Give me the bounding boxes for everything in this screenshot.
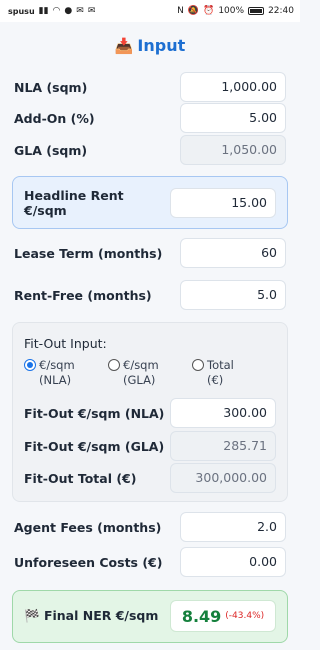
fitout-total-row: Fit-Out Total (€) 300,000.00 (24, 463, 276, 493)
gla-output: 1,050.00 (180, 135, 286, 165)
inbox-tray-icon: 📥 (114, 37, 134, 55)
page-title: 📥 Input (0, 35, 300, 57)
fitout-nla-input[interactable]: 300.00 (170, 398, 276, 428)
signal-icon: ▮▮ (38, 5, 49, 16)
battery-percent: 100% (218, 6, 245, 16)
agent-fees-label: Agent Fees (months) (14, 519, 162, 535)
nla-label: NLA (sqm) (14, 79, 88, 95)
unforeseen-costs-row: Unforeseen Costs (€) 0.00 (14, 547, 286, 577)
status-right: N 🔕 ⏰ 100% 22:40 (177, 6, 294, 16)
nla-input[interactable]: 1,000.00 (180, 72, 286, 102)
rent-free-row: Rent-Free (months) 5.0 (14, 280, 286, 310)
radio-sqm-gla[interactable]: €/sqm (GLA) (108, 358, 192, 388)
addon-label: Add-On (%) (14, 110, 95, 126)
headline-rent-label: Headline Rent €/sqm (24, 188, 124, 218)
radio-sqm-nla[interactable]: €/sqm (NLA) (24, 358, 108, 388)
radio-sqm-gla-line1: €/sqm (123, 358, 159, 372)
radio-total-line2: (€) (207, 373, 224, 387)
lease-term-row: Lease Term (months) 60 (14, 238, 286, 268)
checkered-flag-icon: 🏁 (24, 608, 40, 623)
fitout-gla-label: Fit-Out €/sqm (GLA) (24, 438, 165, 454)
radio-unselected-icon[interactable] (108, 359, 120, 371)
fitout-total-label: Fit-Out Total (€) (24, 470, 137, 486)
radio-sqm-nla-line1: €/sqm (39, 358, 75, 372)
lease-term-label: Lease Term (months) (14, 245, 163, 261)
radio-unselected-icon[interactable] (192, 359, 204, 371)
nfc-icon: N (177, 5, 184, 16)
email-icon: ✉ (87, 5, 96, 16)
clock: 22:40 (268, 6, 294, 16)
final-ner-label-wrap: 🏁 Final NER €/sqm (24, 608, 158, 624)
fitout-nla-label: Fit-Out €/sqm (NLA) (24, 405, 165, 421)
rent-free-label: Rent-Free (months) (14, 287, 152, 303)
fitout-gla-output: 285.71 (170, 431, 276, 461)
fitout-radio-group: €/sqm (NLA) €/sqm (GLA) Total (€) (24, 358, 276, 388)
addon-input[interactable]: 5.00 (180, 103, 286, 133)
radio-sqm-gla-text: €/sqm (GLA) (123, 358, 159, 388)
final-ner-value: 8.49 (181, 606, 222, 626)
fitout-nla-row: Fit-Out €/sqm (NLA) 300.00 (24, 398, 276, 428)
agent-fees-input[interactable]: 2.0 (180, 512, 286, 542)
addon-row: Add-On (%) 5.00 (14, 103, 286, 133)
notification-icon: ● (64, 5, 73, 16)
final-ner-row: 🏁 Final NER €/sqm 8.49 (-43.4%) (24, 600, 276, 632)
rent-free-input[interactable]: 5.0 (180, 280, 286, 310)
lease-term-input[interactable]: 60 (180, 238, 286, 268)
gla-row: GLA (sqm) 1,050.00 (14, 135, 286, 165)
radio-sqm-gla-line2: (GLA) (123, 373, 156, 387)
final-ner-change: (-43.4%) (225, 611, 265, 621)
fitout-total-output: 300,000.00 (170, 463, 276, 493)
alarm-icon: ⏰ (203, 5, 215, 16)
unforeseen-costs-input[interactable]: 0.00 (180, 547, 286, 577)
agent-fees-row: Agent Fees (months) 2.0 (14, 512, 286, 542)
final-ner-label: Final NER €/sqm (43, 608, 159, 623)
status-left: spusu ▮▮ ◠ ● ✉ ✉ (8, 5, 96, 16)
radio-total[interactable]: Total (€) (192, 358, 276, 388)
radio-total-line1: Total (207, 358, 234, 372)
radio-selected-icon[interactable] (24, 359, 36, 371)
fitout-gla-row: Fit-Out €/sqm (GLA) 285.71 (24, 431, 276, 461)
radio-total-text: Total (€) (207, 358, 234, 388)
nla-row: NLA (sqm) 1,000.00 (14, 72, 286, 102)
fitout-title: Fit-Out Input: (24, 336, 107, 351)
final-ner-output: 8.49 (-43.4%) (170, 600, 276, 632)
headline-rent-row: Headline Rent €/sqm 15.00 (24, 188, 276, 218)
status-bar: spusu ▮▮ ◠ ● ✉ ✉ N 🔕 ⏰ 100% 22:40 (0, 0, 300, 22)
page-title-text: Input (137, 36, 186, 55)
headline-rent-input[interactable]: 15.00 (170, 188, 276, 218)
message-icon: ✉ (76, 5, 84, 16)
battery-icon (248, 7, 265, 15)
unforeseen-costs-label: Unforeseen Costs (€) (14, 554, 163, 570)
mute-icon: 🔕 (187, 5, 200, 16)
gla-label: GLA (sqm) (14, 142, 88, 158)
radio-sqm-nla-line2: (NLA) (39, 373, 72, 387)
carrier-name: spusu (8, 6, 35, 16)
wifi-icon: ◠ (52, 5, 61, 16)
radio-sqm-nla-text: €/sqm (NLA) (39, 358, 75, 388)
